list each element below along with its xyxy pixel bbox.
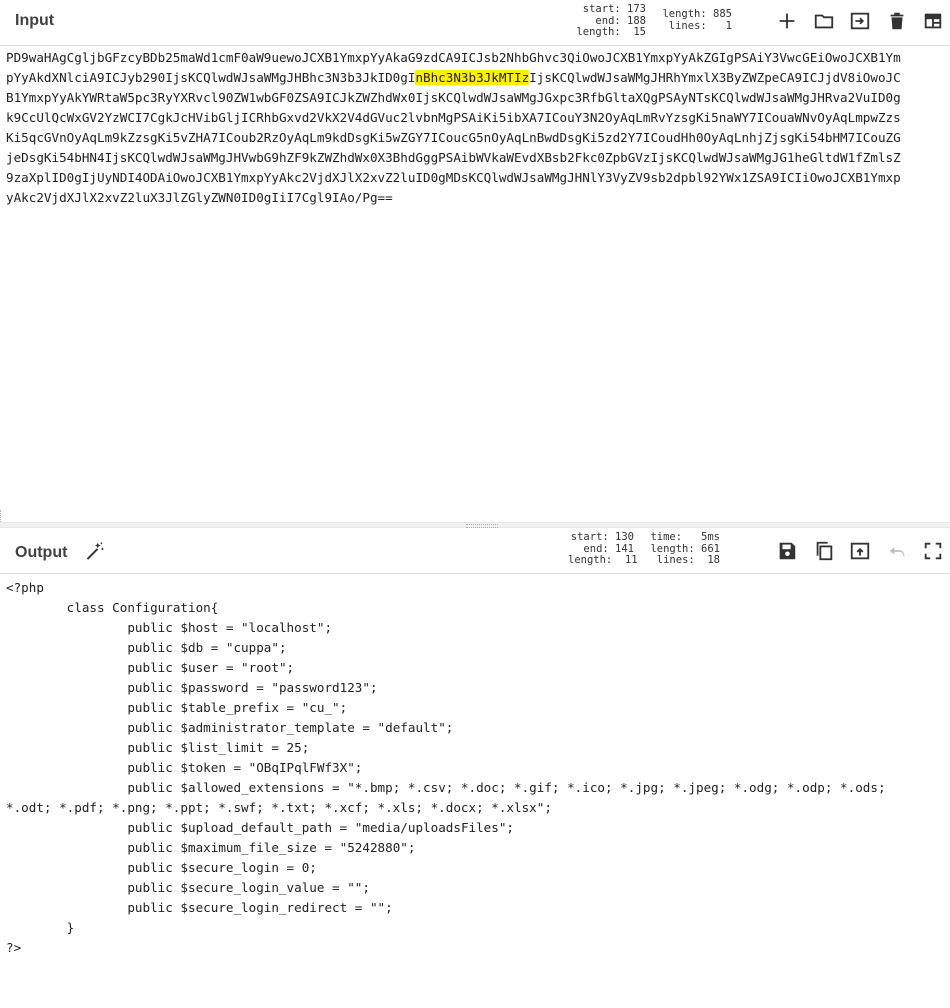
fullscreen-icon bbox=[924, 542, 942, 560]
output-lines: lines: 18 bbox=[656, 554, 720, 566]
save-output-button[interactable] bbox=[775, 539, 799, 563]
add-input-tab-button[interactable] bbox=[775, 9, 799, 33]
replace-input-icon bbox=[850, 542, 870, 560]
output-selection-stats: start: 130 end: 141 length: 11 bbox=[568, 531, 638, 567]
input-line: Ki5qcGVnOyAqLm9kZzsgKi5vZHA7ICoub2RzOyAq… bbox=[6, 128, 950, 148]
input-line-text: 9zaXplID0gIjUyNDI4ODAiOwoJCXB1YmxpYyAkc2… bbox=[6, 170, 901, 185]
input-line: B1YmxpYyAkYWRtaW5pc3RyYXRvcl90ZW1wbGF0ZS… bbox=[6, 88, 950, 108]
output-sel-length: length: 11 bbox=[568, 554, 638, 566]
input-line: PD9waHAgCgljbGFzcyBDb25maWd1cmF0aW9uewoJ… bbox=[6, 48, 950, 68]
undo-button[interactable] bbox=[885, 539, 909, 563]
input-lines: lines: 1 bbox=[668, 19, 732, 32]
output-title: Output bbox=[15, 544, 68, 561]
fullscreen-button[interactable] bbox=[921, 539, 945, 563]
input-sel-length: length: 15 bbox=[576, 26, 646, 38]
input-line: k9CcUlQcWxGV2YzWCI7CgkJcHVibGljICRhbGxvd… bbox=[6, 108, 950, 128]
magic-wand-icon bbox=[86, 541, 104, 560]
output-start: start: 130 bbox=[570, 531, 634, 543]
input-line-text: PD9waHAgCgljbGFzcyBDb25maWd1cmF0aW9uewoJ… bbox=[6, 50, 901, 65]
input-line-text: B1YmxpYyAkYWRtaW5pc3RyYXRvcl90ZW1wbGF0ZS… bbox=[6, 90, 901, 105]
reset-layout-button[interactable] bbox=[921, 9, 945, 33]
plus-icon bbox=[779, 13, 795, 29]
input-textarea[interactable]: PD9waHAgCgljbGFzcyBDb25maWd1cmF0aW9uewoJ… bbox=[6, 48, 950, 208]
input-line: jeDsgKi54bHN4IjsKCQlwdWJsaWMgJHVwbG9hZF9… bbox=[6, 148, 950, 168]
open-folder-button[interactable] bbox=[848, 9, 872, 33]
input-line-text: jeDsgKi54bHN4IjsKCQlwdWJsaWMgJHVwbG9hZF9… bbox=[6, 150, 901, 165]
clear-input-button[interactable] bbox=[885, 9, 909, 33]
input-panel: Input start: 173 end: 188 length: 15 len… bbox=[0, 0, 950, 522]
input-line-text: yAkc2VjdXJlX2xvZ2luX3JlZGlyZWN0ID0gIiI7C… bbox=[6, 190, 393, 205]
input-length: length: 885 bbox=[662, 8, 732, 20]
input-line-text: k9CcUlQcWxGV2YzWCI7CgkJcHVibGljICRhbGxvd… bbox=[6, 110, 901, 125]
undo-icon bbox=[889, 547, 905, 557]
import-icon bbox=[850, 12, 870, 30]
input-total-stats: length: 885 lines: 1 bbox=[652, 8, 732, 32]
output-panel: Output start: 130 end: 141 length: 11 ti… bbox=[0, 528, 950, 1008]
copy-output-button[interactable] bbox=[812, 539, 836, 563]
input-header: Input start: 173 end: 188 length: 15 len… bbox=[0, 0, 950, 46]
input-line-text: Ki5qcGVnOyAqLm9kZzsgKi5vZHA7ICoub2RzOyAq… bbox=[6, 130, 901, 145]
output-textarea[interactable]: <?php class Configuration{ public $host … bbox=[6, 578, 950, 958]
input-line-text: IjsKCQlwdWJsaWMgJHRhYmxlX3ByZWZpeCA9ICJj… bbox=[529, 70, 901, 85]
copy-icon bbox=[816, 541, 833, 561]
replace-input-button[interactable] bbox=[848, 539, 872, 563]
output-time: time: 5ms bbox=[650, 531, 720, 543]
input-selection-stats: start: 173 end: 188 length: 15 bbox=[560, 3, 646, 39]
input-selection-highlight: nBhc3N3b3JkMTIz bbox=[415, 70, 530, 85]
output-total-stats: time: 5ms length: 661 lines: 18 bbox=[640, 531, 720, 567]
input-start: start: 173 bbox=[582, 3, 646, 15]
input-line-text: pYyAkdXNlciA9ICJyb290IjsKCQlwdWJsaWMgJHB… bbox=[6, 70, 416, 85]
trash-icon bbox=[890, 12, 904, 30]
input-title: Input bbox=[15, 12, 55, 29]
folder-icon bbox=[814, 14, 834, 29]
input-line: yAkc2VjdXJlX2xvZ2luX3JlZGlyZWN0ID0gIiI7C… bbox=[6, 188, 950, 208]
open-file-button[interactable] bbox=[812, 9, 836, 33]
output-header: Output start: 130 end: 141 length: 11 ti… bbox=[0, 528, 950, 574]
layout-icon bbox=[924, 13, 942, 29]
input-line: 9zaXplID0gIjUyNDI4ODAiOwoJCXB1YmxpYyAkc2… bbox=[6, 168, 950, 188]
magic-button[interactable] bbox=[83, 539, 107, 563]
input-line: pYyAkdXNlciA9ICJyb290IjsKCQlwdWJsaWMgJHB… bbox=[6, 68, 950, 88]
save-icon bbox=[779, 542, 796, 560]
